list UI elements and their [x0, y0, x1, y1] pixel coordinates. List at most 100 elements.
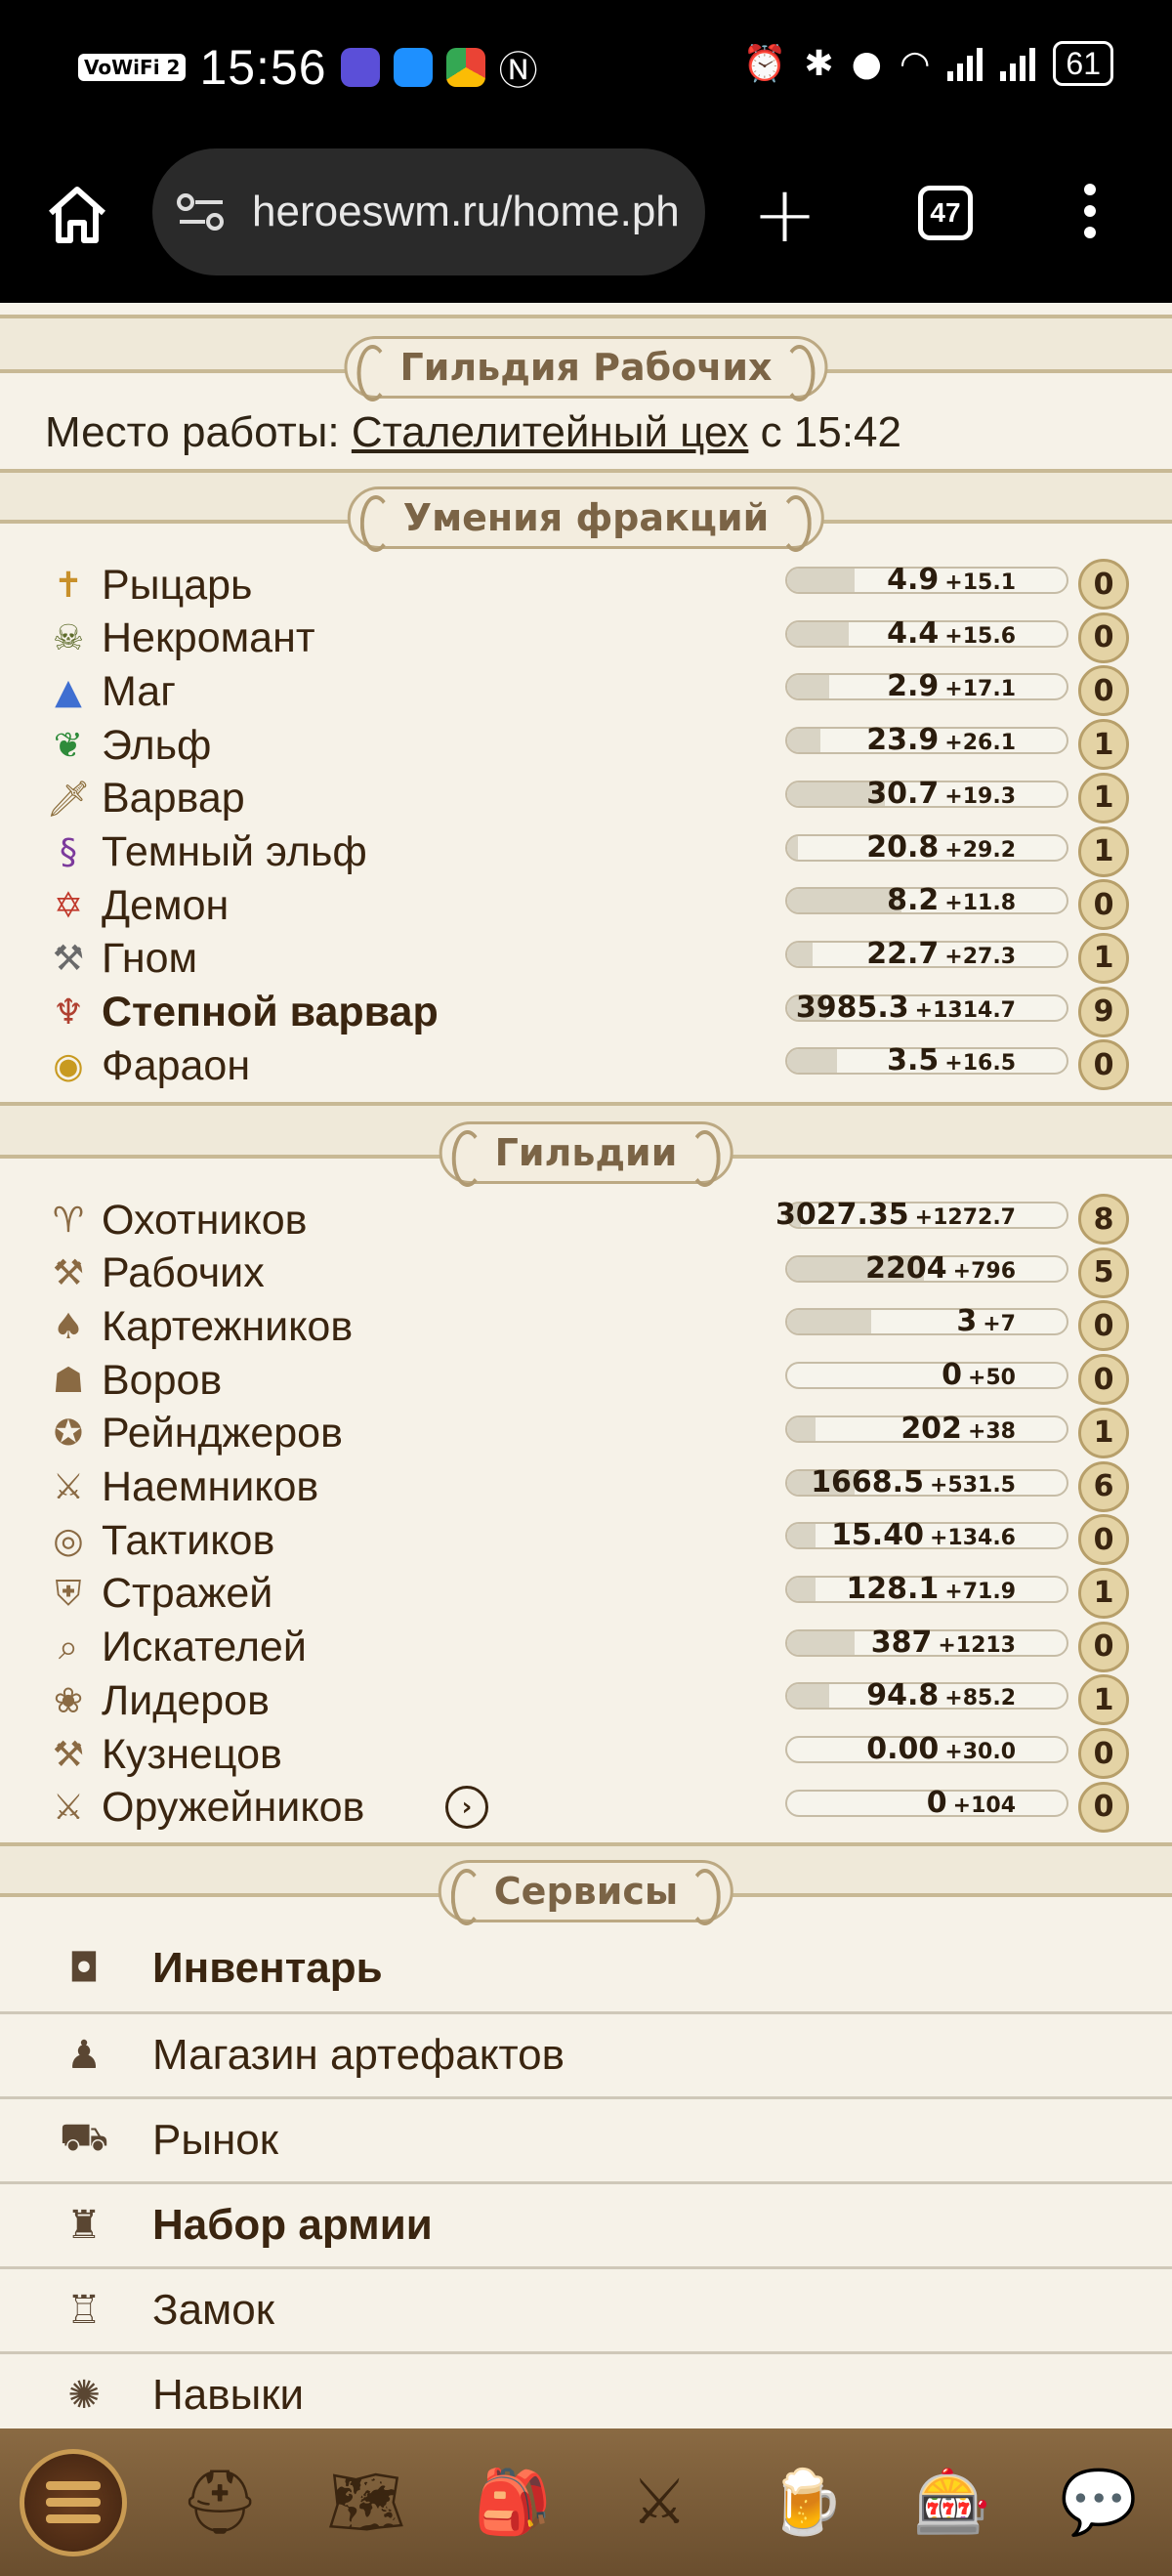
crossed-swords-button[interactable]: ⚔	[606, 2449, 713, 2556]
guild-row[interactable]: ✪ Рейнджеров 202 +38 1	[45, 1407, 1129, 1460]
tab-switcher-button[interactable]: 47	[918, 186, 973, 240]
progress-fill	[787, 1416, 816, 1441]
eye-of-ra-icon: ◉	[53, 1045, 84, 1086]
browser-menu-button[interactable]	[1084, 184, 1104, 248]
next-page-button[interactable]: ›	[445, 1785, 488, 1829]
level-badge: 1	[1078, 1567, 1129, 1619]
tavern-mug-icon: 🍺	[767, 2467, 845, 2539]
guild-label: Тактиков	[102, 1516, 275, 1564]
guild-row[interactable]: ⚔ Наемников 1668.5 +531.5 6	[45, 1460, 1129, 1514]
skill-points: 0.00 +30.0	[866, 1732, 1016, 1766]
service-item[interactable]: ♖ Замок	[0, 2266, 1172, 2350]
faction-row[interactable]: § Темный эльф 20.8 +29.2 1	[45, 825, 1129, 879]
faction-row[interactable]: ▲ Маг 2.9 +17.1 0	[45, 665, 1129, 718]
guild-row[interactable]: ⚒ Рабочих 2204 +796 5	[45, 1246, 1129, 1300]
roulette-button[interactable]: 🎰	[899, 2449, 1006, 2556]
guilds-panel: Гильдии ♈ Охотников 3027.35 +1272.7 8 ⚒ Рабочи…	[0, 1121, 1172, 1846]
service-item[interactable]: ◘ Инвентарь	[0, 1926, 1172, 2010]
new-tab-button[interactable]: +	[752, 176, 817, 254]
crossed-tools-icon: ⚒	[52, 1253, 85, 1294]
pentagram-icon: ✡	[53, 885, 84, 926]
location-icon: ●	[851, 43, 882, 84]
url-text: heroeswm.ru/home.ph	[252, 188, 680, 235]
skill-points: 4.9 +15.1	[887, 563, 1016, 597]
guild-row[interactable]: ◎ Тактиков 15.40 +134.6 0	[45, 1514, 1129, 1567]
faction-label: Фараон	[102, 1041, 251, 1089]
crossed-swords-icon: ⚔	[631, 2466, 688, 2539]
guild-label: Лидеров	[102, 1676, 270, 1724]
service-item[interactable]: ♟ Магазин артефактов	[0, 2011, 1172, 2095]
signal-icon-2	[1000, 46, 1036, 81]
vowifi-indicator: VoWiFi 2	[78, 54, 187, 81]
guild-row[interactable]: ⚔ Оружейников › 0 +104 0	[45, 1781, 1129, 1835]
backpack-button[interactable]: 🎒	[459, 2449, 566, 2556]
points-to-next: +15.1	[944, 570, 1016, 595]
progress-fill	[787, 942, 813, 966]
guild-label: Стражей	[102, 1570, 273, 1618]
faction-label: Демон	[102, 881, 230, 929]
guild-row[interactable]: ⌕ Искателей 387 +1213 0	[45, 1621, 1129, 1674]
points-to-next: +85.2	[944, 1686, 1016, 1711]
points-to-next: +17.1	[944, 677, 1016, 702]
home-button[interactable]	[43, 180, 111, 248]
workplace-link[interactable]: Сталелитейный цех	[352, 408, 748, 456]
service-label: Навыки	[152, 2370, 305, 2419]
tavern-mug-button[interactable]: 🍺	[752, 2449, 859, 2556]
faction-row[interactable]: ✡ Демон 8.2 +11.8 0	[45, 879, 1129, 932]
faction-row[interactable]: ☠ Некромант 4.4 +15.6 0	[45, 612, 1129, 665]
knight-helmet-button[interactable]: ⛑	[166, 2449, 273, 2556]
service-item[interactable]: ♜ Набор армии	[0, 2181, 1172, 2265]
skill-points: 3985.3 +1314.7	[795, 990, 1016, 1025]
faction-row[interactable]: ⚒ Гном 22.7 +27.3 1	[45, 932, 1129, 986]
services-title: Сервисы	[438, 1860, 734, 1925]
address-bar[interactable]: heroeswm.ru/home.ph	[152, 148, 705, 275]
guild-label: Оружейников	[102, 1784, 365, 1832]
skill-points: 202 +38	[900, 1411, 1016, 1446]
faction-label: Варвар	[102, 775, 245, 823]
crossed-swords-skull-icon: ⚔	[52, 1467, 85, 1507]
level-badge: 8	[1078, 1194, 1129, 1245]
faction-label: Эльф	[102, 721, 212, 769]
anvil-icon: ⚒	[52, 1734, 85, 1775]
service-item[interactable]: ⛟ Рынок	[0, 2096, 1172, 2180]
faction-row[interactable]: ♆ Степной варвар 3985.3 +1314.7 9	[45, 986, 1129, 1039]
faction-row[interactable]: ◉ Фараон 3.5 +16.5 0	[45, 1039, 1129, 1092]
bag-icon: ◘	[68, 1946, 100, 1991]
workers-guild-panel: Гильдия Рабочих Место работы: Сталелитей…	[0, 336, 1172, 473]
treasure-map-icon: 🗺	[326, 2467, 406, 2539]
points-to-next: +38	[967, 1418, 1016, 1444]
skill-points: 0 +104	[926, 1785, 1016, 1820]
skill-points: 20.8 +29.2	[866, 829, 1016, 865]
points-to-next: +1272.7	[914, 1205, 1016, 1230]
progress-fill	[787, 675, 829, 699]
faction-label: Рыцарь	[102, 561, 253, 609]
site-settings-icon[interactable]	[176, 192, 227, 232]
chat-button[interactable]: 💬	[1045, 2449, 1152, 2556]
faction-row[interactable]: ✝ Рыцарь 4.9 +15.1 0	[45, 559, 1129, 612]
cards-icon: ♠	[52, 1306, 85, 1347]
faction-row[interactable]: 🗡 Варвар 30.7 +19.3 1	[45, 772, 1129, 825]
nfc-icon: Ⓝ	[498, 49, 538, 94]
level-badge: 1	[1078, 825, 1129, 877]
workers-guild-title: Гильдия Рабочих	[344, 336, 828, 401]
points-to-next: +1213	[938, 1632, 1016, 1658]
menu-button[interactable]	[20, 2448, 127, 2556]
service-item[interactable]: ✺ Навыки	[0, 2351, 1172, 2435]
service-label: Рынок	[152, 2115, 278, 2164]
level-badge: 0	[1078, 1300, 1129, 1352]
menu-icon	[46, 2473, 101, 2531]
app-notification-icon	[340, 48, 380, 87]
guild-row[interactable]: ♠ Картежников 3 +7 0	[45, 1300, 1129, 1353]
guild-row[interactable]: ☗ Воров 0 +50 0	[45, 1354, 1129, 1407]
faction-row[interactable]: ❦ Эльф 23.9 +26.1 1	[45, 719, 1129, 772]
guild-row[interactable]: ⚒ Кузнецов 0.00 +30.0 0	[45, 1728, 1129, 1781]
roulette-icon: 🎰	[913, 2467, 991, 2539]
guild-row[interactable]: ⛨ Стражей 128.1 +71.9 1	[45, 1567, 1129, 1621]
points-to-next: +796	[952, 1258, 1016, 1284]
deer-skull-icon: ♈	[52, 1200, 85, 1241]
skill-points: 2.9 +17.1	[887, 669, 1016, 704]
guild-row[interactable]: ♈ Охотников 3027.35 +1272.7 8	[45, 1194, 1129, 1246]
guild-row[interactable]: ❀ Лидеров 94.8 +85.2 1	[45, 1674, 1129, 1727]
market-cart-icon: ⛟	[59, 2115, 109, 2160]
treasure-map-button[interactable]: 🗺	[313, 2449, 420, 2556]
